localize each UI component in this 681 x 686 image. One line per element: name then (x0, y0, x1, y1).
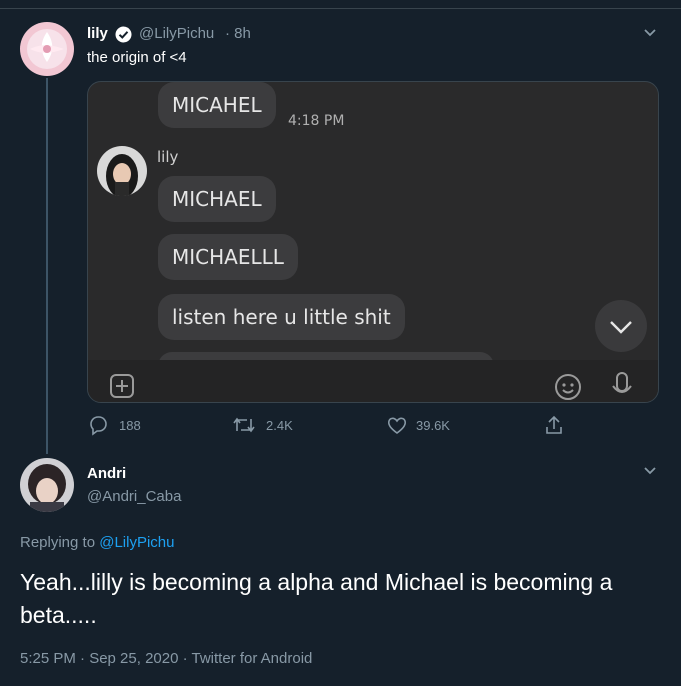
reply-meta[interactable]: 5:25 PM · Sep 25, 2020 · Twitter for And… (20, 650, 312, 667)
reply-icon[interactable] (87, 414, 109, 436)
reply-count: 188 (119, 418, 141, 433)
mic-icon (610, 370, 634, 402)
scroll-down-button (595, 300, 647, 352)
add-icon (108, 372, 136, 400)
chat-timestamp: 4:18 PM (288, 113, 345, 129)
chat-bubble: MICHAEL (158, 176, 276, 222)
top-divider (0, 8, 681, 9)
replying-to-line: Replying to @LilyPichu (20, 534, 174, 551)
reply-author-name[interactable]: Andri (87, 465, 126, 482)
chat-bubble: listen here u little shit (158, 294, 405, 340)
chat-avatar (97, 146, 147, 196)
tweet-text: the origin of <4 (87, 49, 187, 66)
verified-badge-icon (115, 26, 132, 43)
tweet-timestamp[interactable]: · 8h (225, 25, 251, 42)
avatar-lily[interactable] (20, 22, 74, 76)
reply-author-handle[interactable]: @Andri_Caba (87, 488, 181, 505)
reply-text: Yeah...lilly is becoming a alpha and Mic… (20, 569, 613, 628)
tweet-media-image[interactable]: MICAHEL 4:18 PM lily MICHAEL MICHAELLL l… (87, 81, 659, 403)
chat-bubble: MICHAELLL (158, 234, 298, 280)
like-icon[interactable] (386, 414, 408, 436)
tweet-author-name[interactable]: lily (87, 25, 108, 42)
like-count: 39.6K (416, 418, 450, 433)
share-icon[interactable] (543, 414, 565, 436)
chevron-down-icon[interactable] (640, 460, 660, 480)
tweet-author-handle[interactable]: @LilyPichu (139, 25, 214, 42)
emoji-icon (553, 372, 583, 402)
chat-bubble: MICAHEL (158, 82, 276, 128)
avatar-andri[interactable] (20, 458, 74, 512)
replying-to-prefix: Replying to (20, 534, 96, 551)
chat-input-bar (88, 360, 658, 402)
replying-to-link[interactable]: @LilyPichu (99, 534, 174, 551)
retweet-count: 2.4K (266, 418, 293, 433)
chevron-down-icon[interactable] (640, 22, 660, 42)
thread-connector (46, 78, 48, 454)
retweet-icon[interactable] (232, 414, 256, 436)
chat-sender-label: lily (157, 148, 179, 166)
